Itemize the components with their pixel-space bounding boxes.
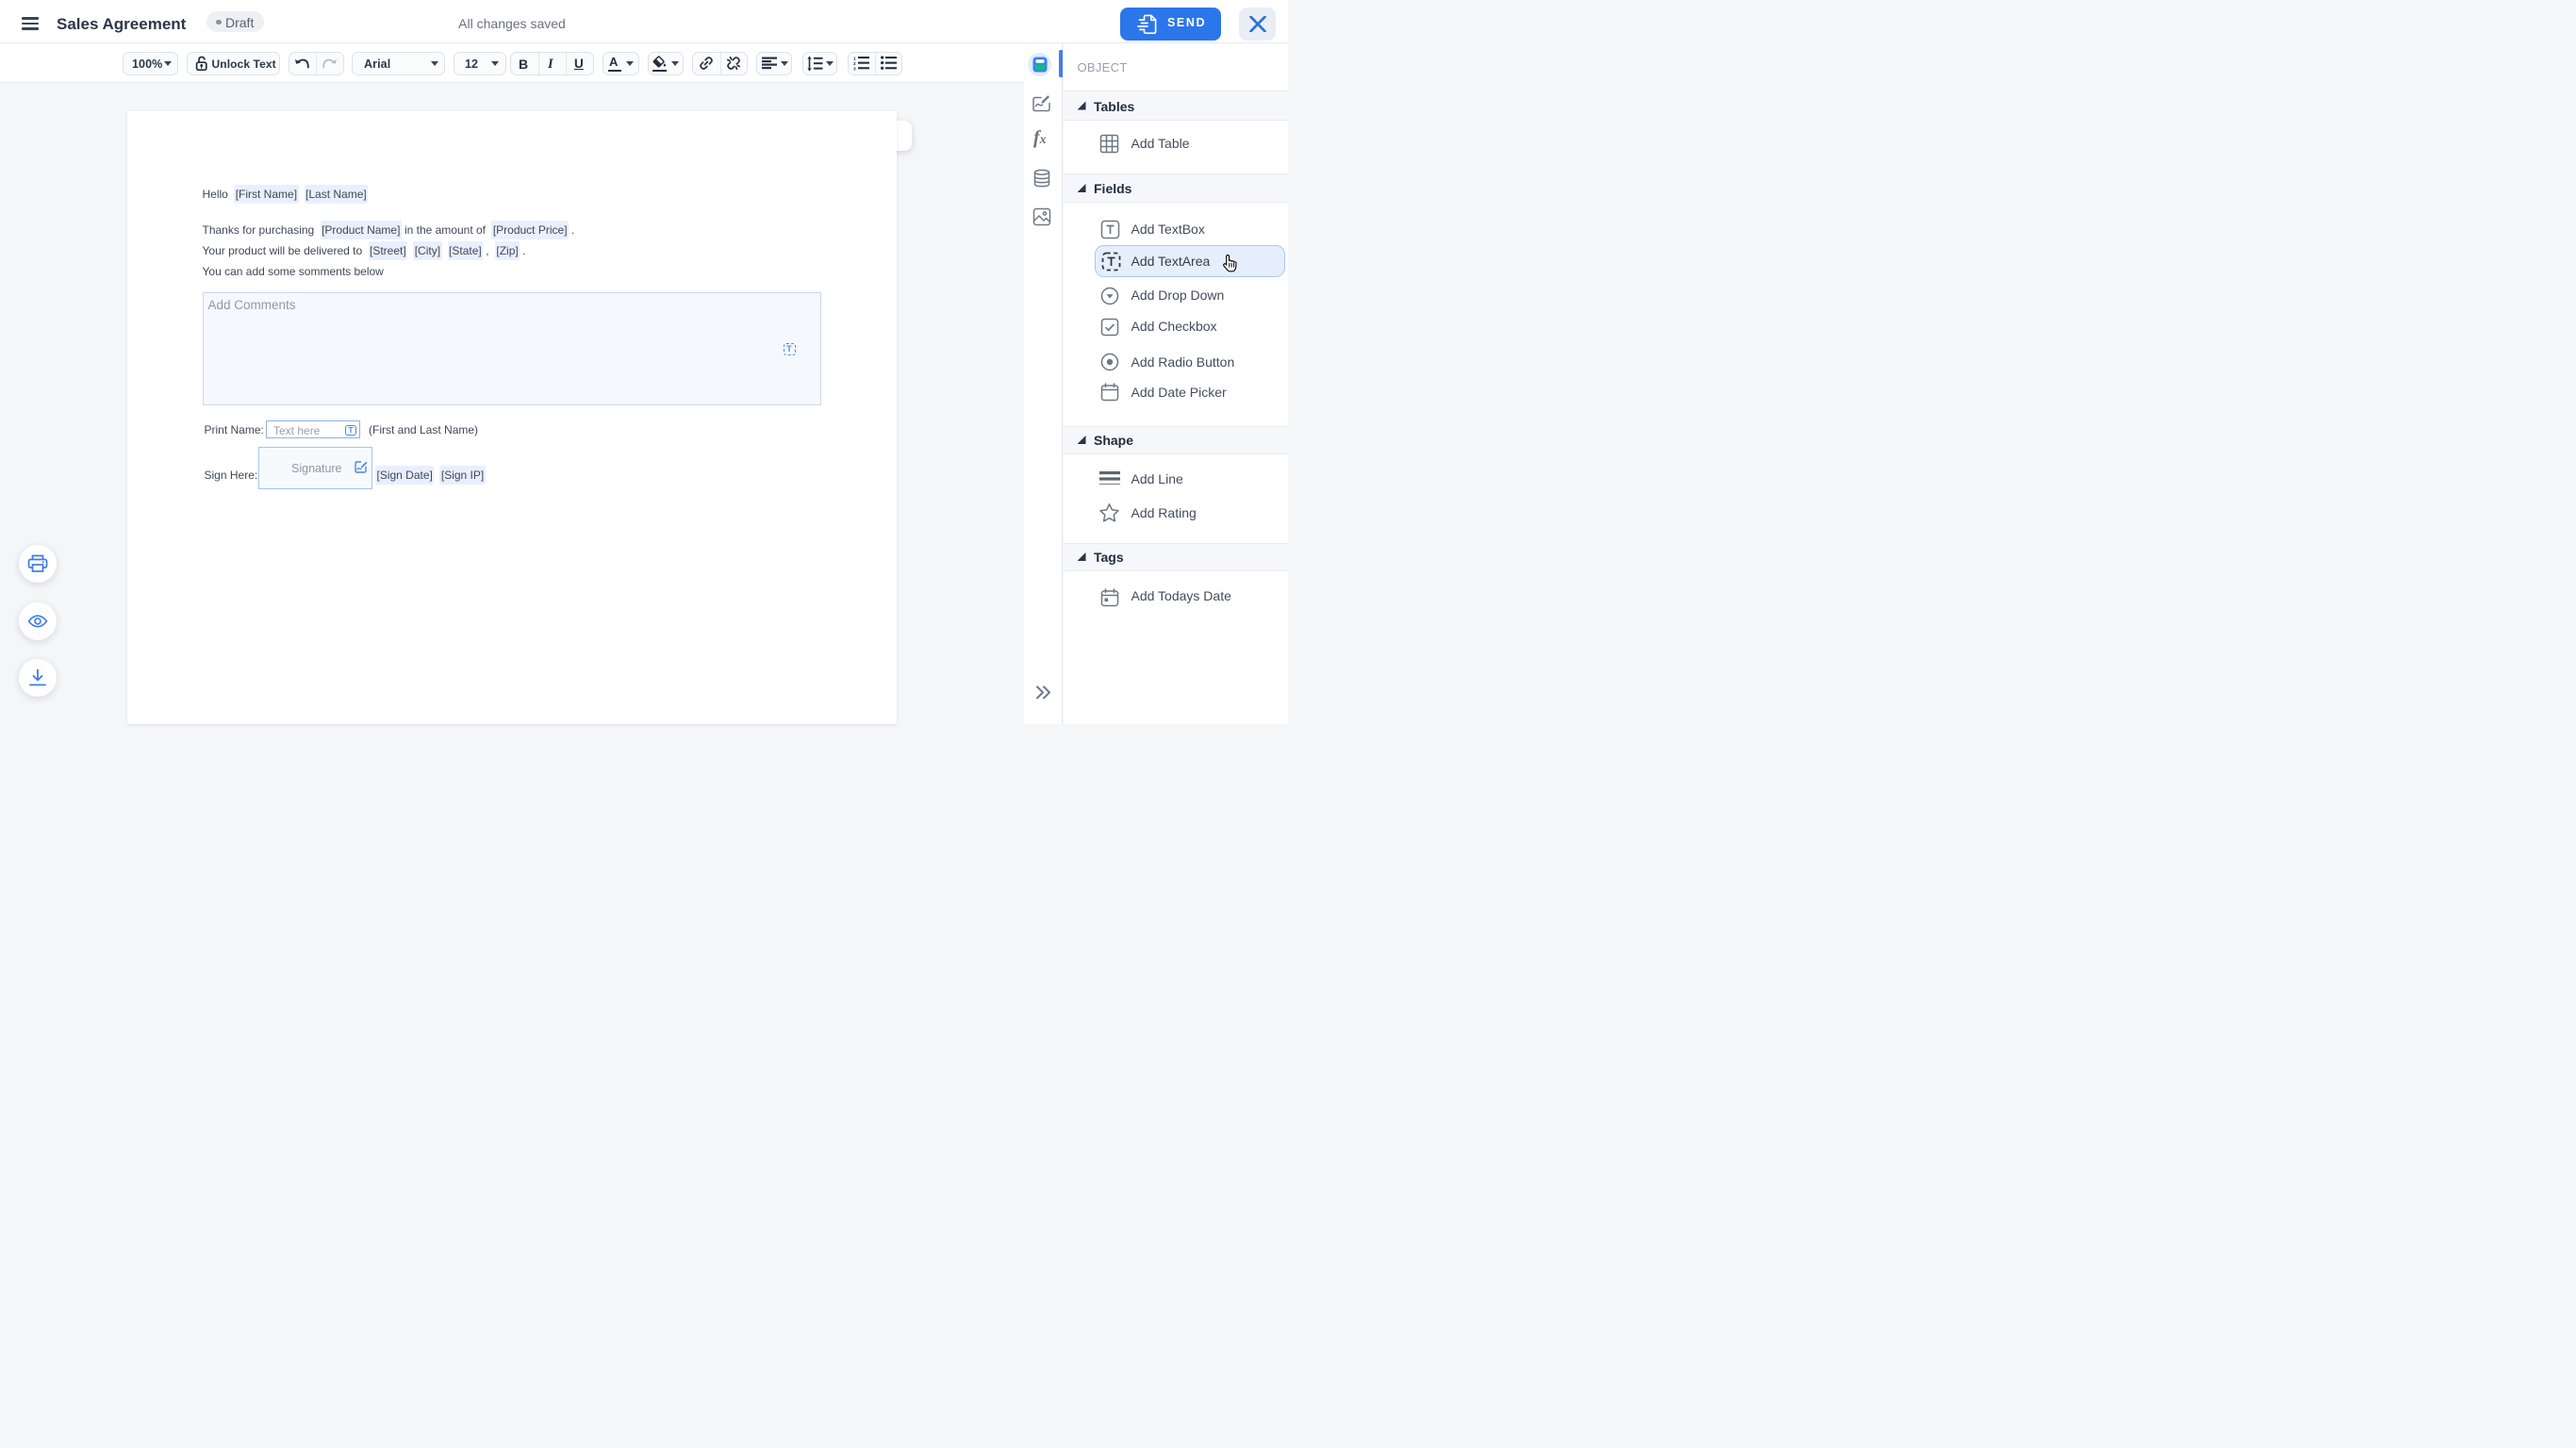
svg-text:1: 1: [853, 57, 856, 62]
svg-text:2: 2: [853, 61, 856, 67]
svg-text:3: 3: [853, 66, 856, 71]
